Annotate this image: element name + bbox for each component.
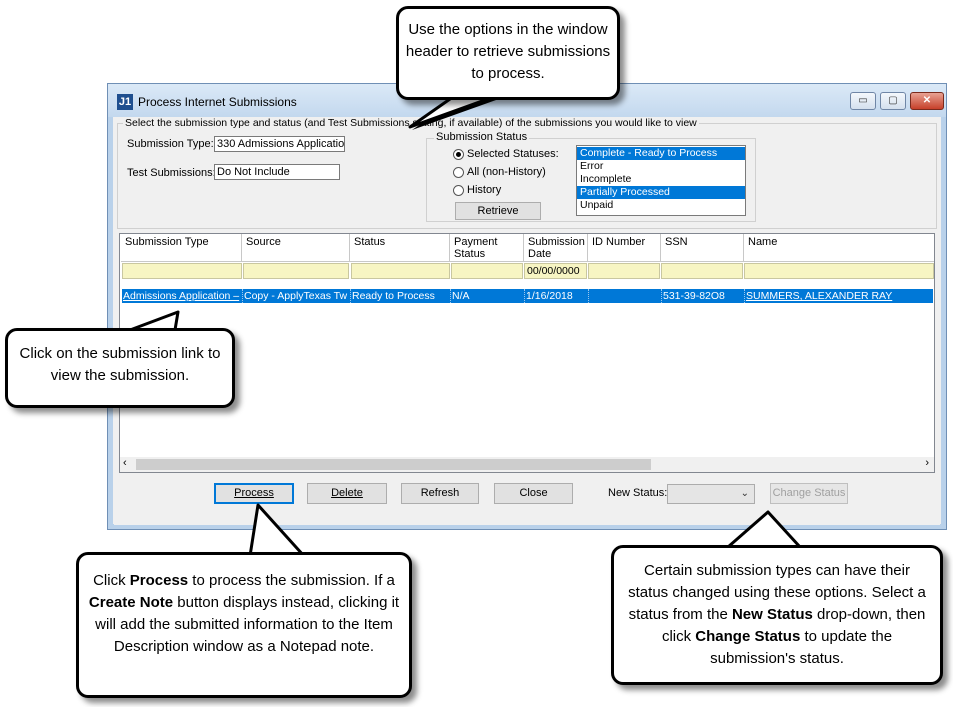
header-callout-text: Use the options in the window header to … xyxy=(405,21,611,82)
status-callout: Certain submission types can have their … xyxy=(611,545,943,685)
process-callout-bold-1: Process xyxy=(129,572,189,589)
header-callout: Use the options in the window header to … xyxy=(396,6,620,100)
process-callout-text-1: Click xyxy=(93,572,130,589)
status-callout-bold-1: New Status xyxy=(731,606,813,623)
process-callout-pointer xyxy=(248,503,306,558)
process-callout-text-2: to process the submission. If a xyxy=(188,572,395,589)
process-callout-bold-2: Create Note xyxy=(88,594,174,611)
status-callout-bold-2: Change Status xyxy=(695,628,801,645)
link-callout: Click on the submission link to view the… xyxy=(5,328,235,408)
process-callout: Click Process to process the submission.… xyxy=(76,552,412,698)
status-callout-pointer xyxy=(726,510,802,549)
link-callout-text: Click on the submission link to view the… xyxy=(19,345,221,384)
